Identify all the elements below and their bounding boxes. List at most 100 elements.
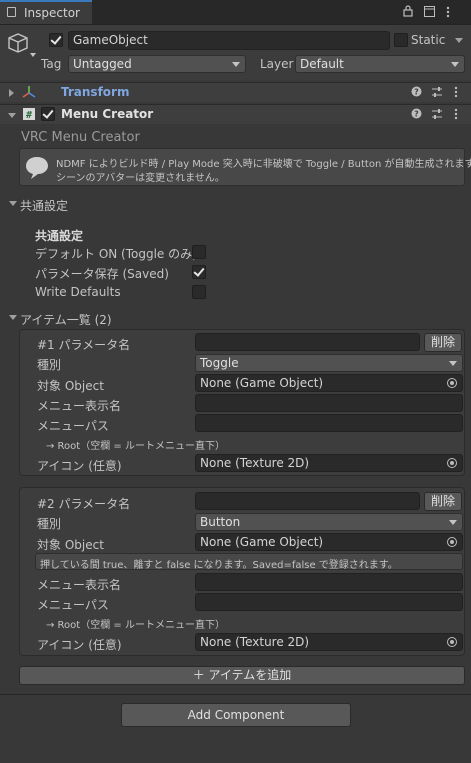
script-icon: #	[22, 107, 36, 124]
item-1-type-value: Toggle	[200, 356, 239, 370]
object-picker-icon[interactable]	[447, 637, 457, 647]
component-enabled-checkbox[interactable]	[41, 107, 55, 121]
item-1-root-note: → Root（空欄 = ルートメニュー直下）	[46, 441, 225, 452]
write-defaults-checkbox[interactable]	[192, 285, 206, 299]
maximize-icon[interactable]	[424, 6, 435, 20]
default-on-checkbox[interactable]	[192, 245, 206, 259]
info-icon	[24, 155, 50, 184]
item-2-icon-field[interactable]: None (Texture 2D)	[195, 633, 463, 651]
static-dropdown-arrow-icon[interactable]	[455, 38, 463, 43]
component-menu-icon[interactable]	[454, 86, 458, 101]
transform-title: Transform	[61, 85, 130, 99]
item-2-type-label: 種別	[37, 517, 62, 531]
write-defaults-label: Write Defaults	[35, 285, 121, 299]
tag-dropdown[interactable]: Untagged	[68, 55, 246, 73]
item-1-type-label: 種別	[37, 358, 62, 372]
object-picker-icon[interactable]	[447, 378, 457, 388]
static-label: Static	[411, 33, 446, 47]
tag-label: Tag	[41, 57, 62, 71]
component-menu-icon[interactable]	[454, 108, 458, 123]
chevron-down-icon	[232, 62, 240, 67]
item-2-target-label: 対象 Object	[37, 538, 104, 552]
item-2-delete-button[interactable]: 削除	[424, 492, 462, 511]
svg-text:?: ?	[414, 88, 419, 97]
item-1-target-field[interactable]: None (Game Object)	[195, 374, 463, 392]
item-2-target-value: None (Game Object)	[200, 535, 324, 549]
preset-icon[interactable]	[431, 86, 443, 101]
static-checkbox[interactable]	[394, 33, 408, 47]
items-foldout[interactable]: アイテム一覧 (2)	[20, 311, 112, 328]
item-2-icon-value: None (Texture 2D)	[200, 635, 310, 649]
gameobject-active-checkbox[interactable]	[49, 33, 63, 47]
item-1-param-label: #1 パラメータ名	[37, 338, 131, 352]
param-saved-label: パラメータ保存 (Saved)	[35, 267, 169, 281]
lock-icon[interactable]	[403, 5, 413, 20]
svg-text:#: #	[26, 110, 32, 121]
item-2-menu-name-field[interactable]	[195, 573, 463, 591]
info-line-1: NDMF によりビルド時 / Play Mode 突入時に非破壊で Toggle…	[56, 159, 471, 170]
transform-icon	[22, 85, 36, 102]
layer-value: Default	[300, 57, 344, 71]
chevron-down-icon	[449, 361, 457, 366]
item-2-target-field[interactable]: None (Game Object)	[195, 533, 463, 551]
item-2-icon-label: アイコン (任意)	[37, 638, 122, 652]
info-line-2: シーンのアバターは変更されません。	[56, 173, 225, 184]
common-settings-header: 共通設定	[35, 229, 84, 243]
layer-dropdown[interactable]: Default	[295, 55, 465, 73]
gameobject-name-field[interactable]: GameObject	[68, 31, 390, 50]
transform-component-header[interactable]: Transform ?	[0, 82, 471, 102]
tab-inspector-label: Inspector	[24, 6, 80, 20]
svg-text:?: ?	[414, 110, 419, 119]
item-1-type-dropdown[interactable]: Toggle	[195, 354, 463, 372]
item-1-delete-button[interactable]: 削除	[424, 333, 462, 352]
tag-value: Untagged	[73, 57, 132, 71]
help-icon[interactable]: ?	[411, 86, 422, 100]
param-saved-checkbox[interactable]	[192, 265, 206, 279]
item-2-menu-path-label: メニューパス	[37, 598, 109, 612]
item-2-menu-path-field[interactable]	[195, 593, 463, 611]
info-helpbox: NDMF によりビルド時 / Play Mode 突入時に非破壊で Toggle…	[19, 148, 471, 186]
items-foldout-icon[interactable]	[9, 315, 17, 320]
divider	[0, 694, 471, 695]
default-on-label: デフォルト ON (Toggle のみ)	[35, 247, 197, 261]
foldout-expanded-icon[interactable]	[8, 113, 16, 118]
item-1-target-label: 対象 Object	[37, 379, 104, 393]
add-component-button[interactable]: Add Component	[121, 703, 351, 727]
chevron-down-icon	[449, 520, 457, 525]
menu-creator-title: Menu Creator	[61, 107, 154, 121]
inspector-icon	[7, 7, 16, 17]
foldout-collapsed-icon[interactable]	[9, 89, 14, 97]
gameobject-cube-icon[interactable]	[8, 31, 36, 62]
item-2-menu-name-label: メニュー表示名	[37, 578, 122, 592]
help-icon[interactable]: ?	[411, 108, 422, 122]
item-1-param-field[interactable]	[195, 333, 420, 351]
item-1-icon-value: None (Texture 2D)	[200, 456, 310, 470]
item-1-menu-path-field[interactable]	[195, 414, 463, 432]
vrc-menu-creator-title: VRC Menu Creator	[21, 130, 140, 145]
item-2-button-helpbox: 押している間 true、離すと false になります。Saved=false …	[35, 553, 463, 571]
item-1-icon-label: アイコン (任意)	[37, 459, 122, 473]
item-1-menu-path-label: メニューパス	[37, 419, 109, 433]
item-1-target-value: None (Game Object)	[200, 376, 324, 390]
kebab-menu-icon[interactable]	[446, 6, 450, 21]
common-settings-foldout[interactable]: 共通設定	[20, 197, 68, 214]
item-2-type-value: Button	[200, 515, 241, 529]
item-2-param-field[interactable]	[195, 492, 420, 510]
item-2-type-dropdown[interactable]: Button	[195, 513, 463, 531]
tab-bar: Inspector	[0, 0, 471, 25]
add-item-button[interactable]: ＋ アイテムを追加	[19, 666, 465, 685]
chevron-down-icon	[451, 62, 459, 67]
item-2-param-label: #2 パラメータ名	[37, 497, 131, 511]
menu-creator-component-header[interactable]: # Menu Creator ?	[0, 104, 471, 124]
preset-icon[interactable]	[431, 108, 443, 123]
item-2-button-hint: 押している間 true、離すと false になります。Saved=false …	[40, 560, 398, 571]
item-1-menu-name-label: メニュー表示名	[37, 399, 122, 413]
item-1-icon-field[interactable]: None (Texture 2D)	[195, 454, 463, 472]
common-foldout-icon[interactable]	[9, 201, 17, 206]
item-1-menu-name-field[interactable]	[195, 394, 463, 412]
layer-label: Layer	[260, 57, 294, 71]
object-picker-icon[interactable]	[447, 458, 457, 468]
item-2-root-note: → Root（空欄 = ルートメニュー直下）	[46, 620, 225, 631]
tab-inspector[interactable]: Inspector	[0, 0, 92, 24]
object-picker-icon[interactable]	[447, 537, 457, 547]
